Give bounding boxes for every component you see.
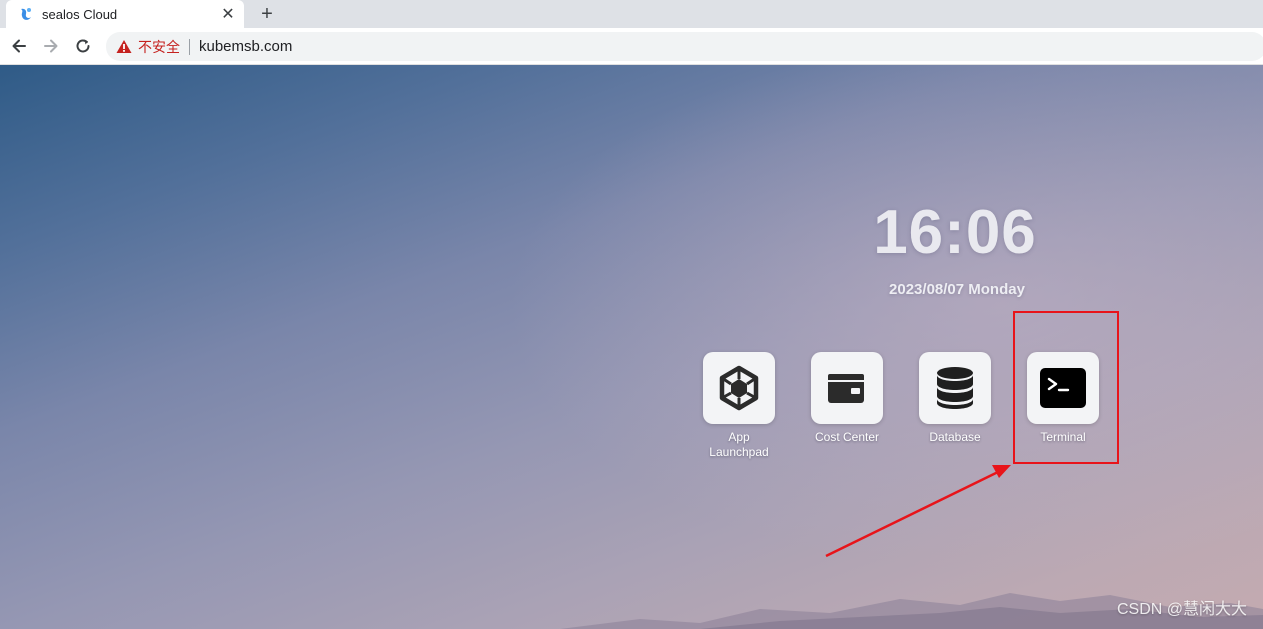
reload-button[interactable]	[71, 34, 95, 58]
app-tile[interactable]	[811, 352, 883, 424]
clock-date: 2023/08/07 Monday	[889, 281, 1025, 298]
security-indicator[interactable]: 不安全	[116, 37, 180, 57]
app-tile[interactable]	[919, 352, 991, 424]
clock-time: 16:06	[873, 198, 1037, 267]
security-label: 不安全	[138, 38, 180, 55]
back-button[interactable]	[7, 34, 31, 58]
back-arrow-icon	[12, 39, 26, 53]
url-text[interactable]: kubemsb.com	[199, 38, 292, 55]
cost-center-app[interactable]: Cost Center	[802, 352, 892, 445]
app-tile[interactable]	[703, 352, 775, 424]
app-label: Cost Center	[814, 430, 880, 444]
app-label: Database	[929, 430, 981, 444]
warning-triangle-icon	[116, 40, 132, 53]
reload-icon	[76, 39, 90, 53]
browser-window: sealos Cloud ✕ + 不安全 kubemsb.com 16:06 2…	[0, 0, 1263, 629]
sealos-favicon-icon	[18, 6, 34, 22]
wallet-icon	[828, 374, 864, 403]
browser-toolbar: 不安全 kubemsb.com	[0, 28, 1263, 65]
omnibox-divider	[189, 38, 190, 55]
annotation-highlight-box	[1013, 311, 1119, 464]
forward-button[interactable]	[39, 34, 63, 58]
database-app[interactable]: Database	[910, 352, 1000, 445]
app-label: App Launchpad	[709, 430, 769, 459]
hexagon-cube-icon	[719, 365, 759, 411]
address-bar[interactable]: 不安全 kubemsb.com	[106, 32, 1263, 61]
tab-sealos-cloud[interactable]: sealos Cloud ✕	[6, 0, 244, 28]
forward-arrow-icon	[44, 39, 58, 53]
new-tab-button[interactable]: +	[255, 2, 279, 26]
mountain-silhouette	[560, 593, 1263, 629]
tab-close-icon[interactable]: ✕	[218, 4, 238, 24]
sealos-desktop: 16:06 2023/08/07 Monday App Launchpad Co…	[0, 65, 1263, 629]
csdn-watermark: CSDN @慧闲大大	[1116, 601, 1247, 618]
tab-strip: sealos Cloud ✕ +	[0, 0, 1263, 28]
app-launchpad-app[interactable]: App Launchpad	[694, 352, 784, 460]
tab-title: sealos Cloud	[42, 6, 118, 22]
database-icon	[937, 367, 973, 409]
